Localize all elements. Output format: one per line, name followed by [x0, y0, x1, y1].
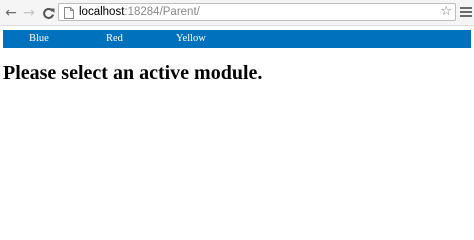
url-host: localhost	[79, 6, 125, 18]
forward-arrow-icon[interactable]: →	[20, 4, 38, 22]
browser-toolbar: ← → localhost:18284/Parent/ ☆	[0, 0, 474, 26]
module-navbar: Blue Red Yellow	[3, 30, 471, 48]
hamburger-menu-icon[interactable]	[460, 5, 472, 19]
url-text: localhost:18284/Parent/	[79, 4, 200, 20]
nav-link-red[interactable]: Red	[106, 30, 123, 48]
nav-link-yellow[interactable]: Yellow	[176, 30, 206, 48]
bookmark-star-icon[interactable]: ☆	[440, 4, 452, 20]
back-arrow-icon[interactable]: ←	[2, 4, 20, 22]
url-path: :18284/Parent/	[124, 6, 200, 18]
address-bar[interactable]: localhost:18284/Parent/ ☆	[58, 3, 456, 21]
page-heading: Please select an active module.	[3, 62, 263, 84]
reload-icon[interactable]	[39, 4, 57, 22]
page-icon	[64, 6, 74, 19]
nav-link-blue[interactable]: Blue	[29, 30, 49, 48]
